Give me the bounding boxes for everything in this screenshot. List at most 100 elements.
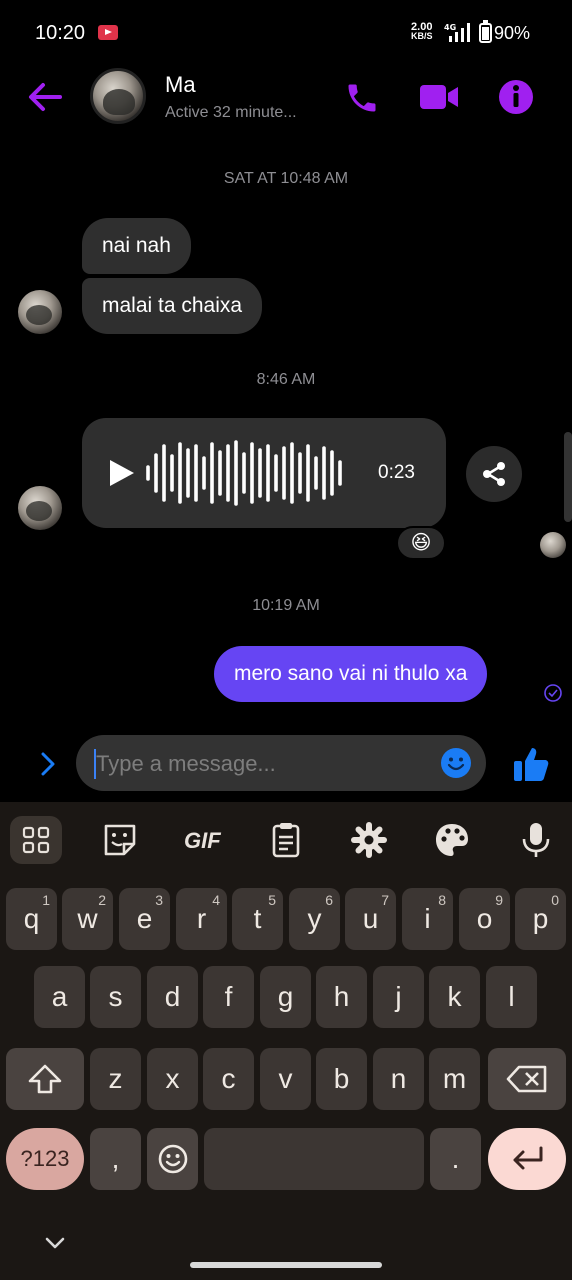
key-label: o [476,903,493,934]
sender-avatar[interactable] [18,290,62,334]
status-bar: 10:20 2.00 KB/S 4G 90% [0,0,572,66]
shift-arrow-icon [28,1064,62,1094]
hide-keyboard-chevron-icon[interactable] [44,1236,66,1250]
message-text: mero sano vai ni thulo xa [234,662,468,685]
key-g[interactable]: g [260,966,311,1028]
network-speed: 2.00 KB/S [411,22,433,41]
enter-key[interactable] [488,1128,566,1190]
outgoing-message[interactable]: mero sano vai ni thulo xa [214,646,488,702]
key-label: y [307,903,322,934]
microphone-icon[interactable] [516,820,556,860]
key-l[interactable]: l [486,966,537,1028]
key-hint: 0 [551,892,559,908]
home-gesture-bar[interactable] [190,1262,382,1268]
thumbs-up-icon[interactable] [512,745,550,783]
video-camera-icon[interactable] [418,82,460,112]
conversation-timestamp: 10:19 AM [252,597,320,614]
shift-key[interactable] [6,1048,84,1110]
gif-button[interactable]: GIF [184,828,221,854]
chevron-right-icon[interactable] [36,750,60,778]
key-s[interactable]: s [90,966,141,1028]
phone-icon[interactable] [344,80,380,116]
sender-avatar[interactable] [18,486,62,530]
theme-palette-icon[interactable] [432,820,472,860]
chat-header: Ma Active 32 minute... [0,66,572,130]
key-e[interactable]: e3 [119,888,170,950]
battery-icon [479,20,492,43]
keyboard-apps-button[interactable] [10,816,62,864]
scrollbar[interactable] [564,432,572,522]
key-j[interactable]: j [373,966,424,1028]
sticker-icon[interactable] [100,820,140,860]
key-n[interactable]: n [373,1048,424,1110]
contact-name[interactable]: Ma [165,72,196,98]
sent-check-icon [544,684,562,702]
key-label: t [253,903,262,934]
backspace-key[interactable] [488,1048,566,1110]
spacebar[interactable] [204,1128,424,1190]
signal-label: 4G [444,23,456,32]
key-p[interactable]: p0 [515,888,566,950]
soft-keyboard: GIF q1 w2 e3 r4 t5 y6 u7 i8 o 9 p 0 a s … [0,802,572,1280]
key-o[interactable]: o9 [459,888,510,950]
clipboard-icon[interactable] [266,820,306,860]
message-reaction[interactable]: 😆 [396,526,446,560]
message-input[interactable]: Type a message... [76,735,486,791]
message-text: nai nah [102,234,171,257]
key-hint: 7 [381,892,389,908]
smiley-icon[interactable] [440,747,472,779]
key-c[interactable]: c [203,1048,254,1110]
key-z[interactable]: z [90,1048,141,1110]
key-hint: 6 [325,892,333,908]
status-time: 10:20 [35,22,86,44]
contact-avatar[interactable] [90,68,146,124]
key-h[interactable]: h [316,966,367,1028]
message-text: malai ta chaixa [102,294,243,317]
conversation-timestamp: SAT AT 10:48 AM [223,170,349,187]
key-w[interactable]: w2 [62,888,113,950]
key-y[interactable]: y6 [289,888,340,950]
key-label: w [77,903,98,934]
key-f[interactable]: f [203,966,254,1028]
signal-icon: 4G [444,23,470,42]
key-r[interactable]: r4 [176,888,227,950]
key-b[interactable]: b [316,1048,367,1110]
conversation-timestamp: 8:46 AM [256,371,316,388]
share-button[interactable] [466,446,522,502]
key-hint: 1 [42,892,50,908]
symbols-key[interactable]: ?123 [6,1128,84,1190]
key-label: r [196,903,207,934]
key-x[interactable]: x [147,1048,198,1110]
period-key[interactable]: . [430,1128,481,1190]
smiley-icon [158,1144,187,1174]
voice-message[interactable]: 0:23 [82,418,446,528]
network-speed-unit: KB/S [411,31,433,41]
settings-gear-icon[interactable] [349,820,389,860]
comma-key[interactable]: , [90,1128,141,1190]
key-i[interactable]: i8 [402,888,453,950]
key-label: i [424,903,431,934]
play-icon[interactable] [106,458,136,488]
incoming-message[interactable]: nai nah [82,218,191,274]
emoji-key[interactable] [147,1128,198,1190]
key-u[interactable]: u7 [345,888,396,950]
key-k[interactable]: k [429,966,480,1028]
key-hint: 5 [268,892,276,908]
incoming-message[interactable]: malai ta chaixa [82,278,263,334]
key-hint: 4 [212,892,220,908]
read-receipt-avatar [540,532,566,558]
share-icon [483,462,505,486]
key-t[interactable]: t5 [232,888,283,950]
key-m[interactable]: m [429,1048,480,1110]
key-q[interactable]: q1 [6,888,57,950]
key-label: p [532,903,549,934]
audio-waveform[interactable] [146,418,346,528]
back-arrow-icon[interactable] [26,82,62,112]
info-icon[interactable] [498,79,534,115]
key-hint: 8 [438,892,446,908]
key-hint: 3 [155,892,163,908]
key-a[interactable]: a [34,966,85,1028]
key-v[interactable]: v [260,1048,311,1110]
key-d[interactable]: d [147,966,198,1028]
enter-arrow-icon [513,1146,543,1170]
